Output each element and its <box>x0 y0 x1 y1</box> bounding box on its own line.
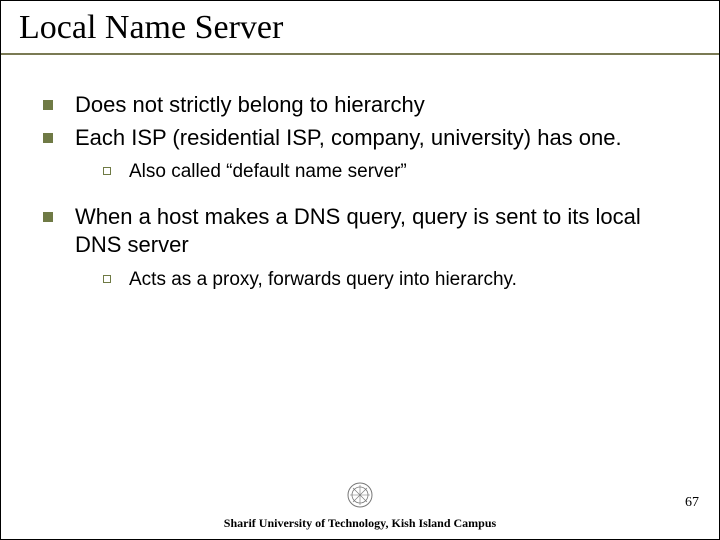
square-bullet-icon <box>43 133 53 143</box>
hollow-square-bullet-icon <box>103 275 111 283</box>
bullet-item: Does not strictly belong to hierarchy <box>43 91 691 120</box>
sub-bullet-text: Also called “default name server” <box>129 160 407 185</box>
sub-bullet-list: Acts as a proxy, forwards query into hie… <box>103 268 691 293</box>
page-number: 67 <box>685 495 699 511</box>
title-bar: Local Name Server <box>1 1 719 55</box>
bullet-text: Each ISP (residential ISP, company, univ… <box>75 124 622 153</box>
bullet-text: When a host makes a DNS query, query is … <box>75 203 691 260</box>
slide-footer: Sharif University of Technology, Kish Is… <box>1 481 719 531</box>
footer-text: Sharif University of Technology, Kish Is… <box>1 516 719 531</box>
hollow-square-bullet-icon <box>103 167 111 175</box>
sub-bullet-text: Acts as a proxy, forwards query into hie… <box>129 268 517 293</box>
sub-bullet-list: Also called “default name server” <box>103 160 691 185</box>
bullet-text: Does not strictly belong to hierarchy <box>75 91 425 120</box>
university-logo-icon <box>346 481 374 514</box>
bullet-item: Each ISP (residential ISP, company, univ… <box>43 124 691 153</box>
slide-title: Local Name Server <box>19 9 705 47</box>
square-bullet-icon <box>43 100 53 110</box>
sub-bullet-item: Also called “default name server” <box>103 160 691 185</box>
square-bullet-icon <box>43 212 53 222</box>
sub-bullet-item: Acts as a proxy, forwards query into hie… <box>103 268 691 293</box>
bullet-item: When a host makes a DNS query, query is … <box>43 203 691 260</box>
slide-body: Does not strictly belong to hierarchy Ea… <box>1 55 719 293</box>
